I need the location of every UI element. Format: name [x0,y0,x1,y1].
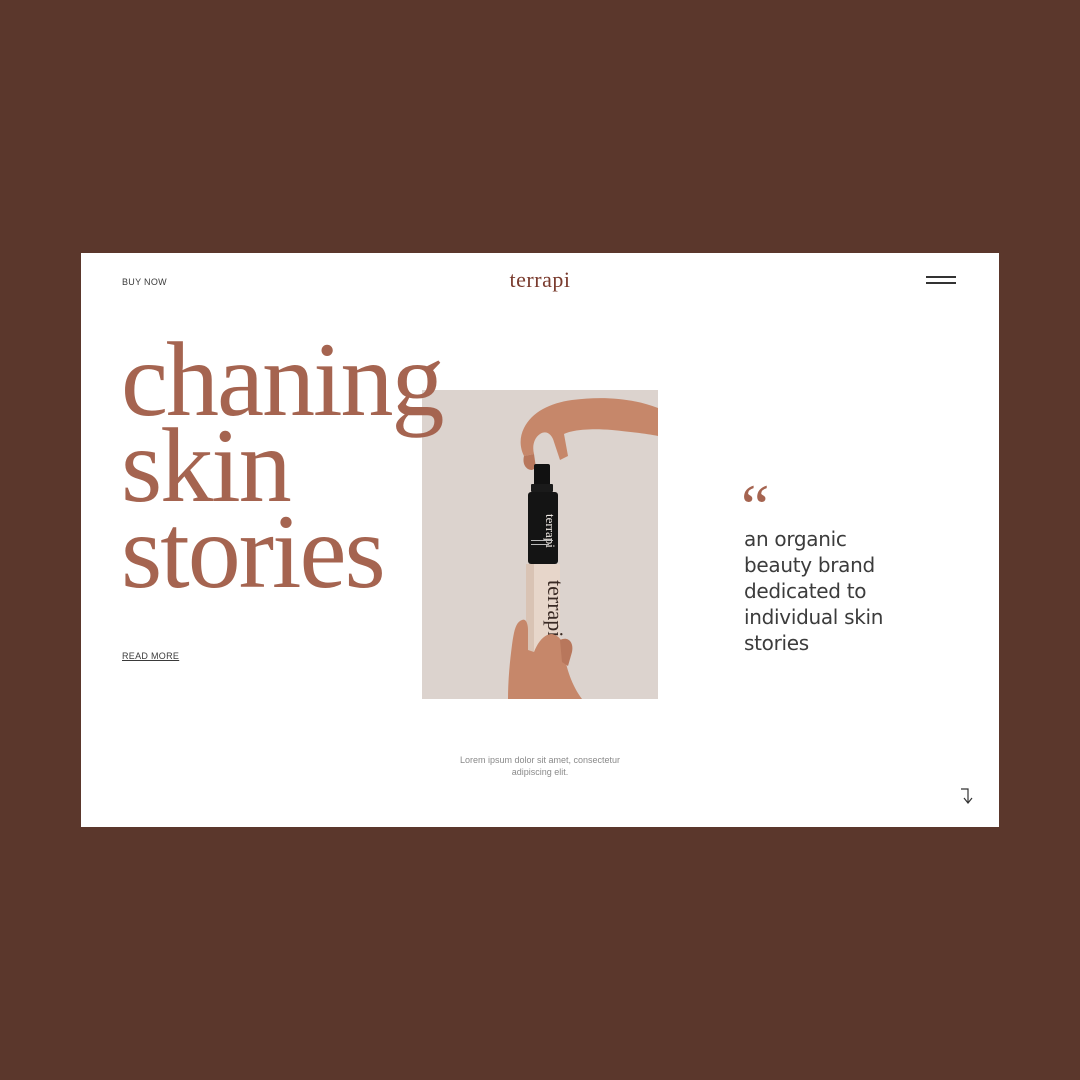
caption-line: Lorem ipsum dolor sit amet, consectetur [459,755,621,765]
product-photo: terrapi terrapi [422,390,658,699]
landing-page: BUY NOW terrapi terrapi terrapi chaning … [81,253,999,827]
brand-logo[interactable]: terrapi [81,267,999,293]
menu-line [926,276,956,278]
bottle-brand-text: terrapi [543,514,558,548]
product-illustration: terrapi terrapi [508,398,658,699]
caption-line: adipiscing elit. [511,767,569,777]
brand-tagline: an organic beauty brand dedicated to ind… [744,527,884,655]
headline-line: stories [121,493,386,610]
menu-line [926,282,956,284]
read-more-link[interactable]: READ MORE [122,651,179,661]
box-brand-text: terrapi [543,580,568,637]
hamburger-icon[interactable] [926,276,956,288]
caption-text: Lorem ipsum dolor sit amet, consectetur … [440,754,640,778]
hero-headline: chaning skin stories [121,327,445,610]
arrow-down-right-icon[interactable] [959,786,977,806]
